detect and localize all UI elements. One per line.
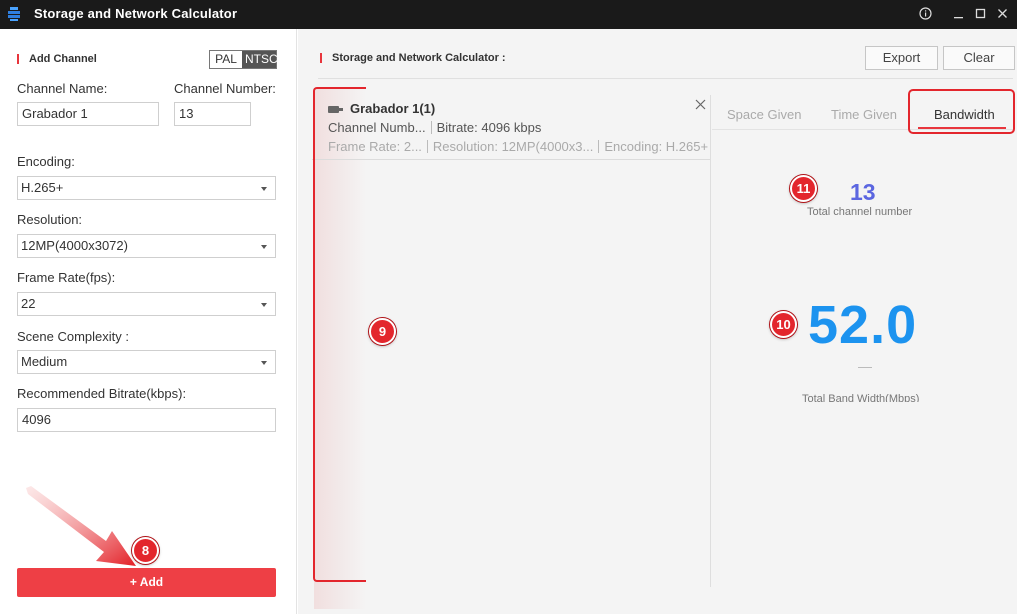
resolution-label: Resolution: bbox=[17, 212, 83, 227]
total-channel-value: 13 bbox=[850, 179, 876, 205]
annotation-arrow-icon bbox=[26, 486, 136, 566]
channel-card[interactable]: Grabador 1(1) Channel Numb... Bitrate: 40… bbox=[320, 91, 712, 159]
scene-complexity-value: Medium bbox=[21, 354, 68, 369]
frame-rate-label: Frame Rate(fps): bbox=[17, 270, 116, 285]
chevron-down-icon bbox=[261, 361, 267, 365]
scene-complexity-select[interactable]: Medium bbox=[17, 350, 276, 374]
section-accent bbox=[320, 53, 322, 63]
pal-option[interactable]: PAL bbox=[210, 51, 242, 68]
app-logo-icon bbox=[8, 7, 20, 21]
tab-space-given[interactable]: Space Given bbox=[727, 107, 801, 122]
annotation-badge-8: 8 bbox=[132, 537, 159, 564]
divider bbox=[312, 159, 710, 160]
add-channel-title: Add Channel bbox=[29, 53, 97, 65]
divider bbox=[710, 95, 711, 587]
total-channel-caption: Total channel number bbox=[807, 206, 913, 218]
window-title: Storage and Network Calculator bbox=[34, 6, 238, 21]
channel-card-resolution: Resolution: 12MP(4000x3... bbox=[432, 139, 594, 154]
chevron-down-icon bbox=[261, 187, 267, 191]
close-window-icon[interactable] bbox=[992, 4, 1012, 24]
annotation-bracket bbox=[313, 87, 366, 582]
scene-complexity-label: Scene Complexity : bbox=[17, 329, 129, 344]
encoding-label: Encoding: bbox=[17, 154, 75, 169]
channel-card-bitrate: Bitrate: 4096 kbps bbox=[436, 120, 542, 135]
title-bar: Storage and Network Calculator bbox=[0, 0, 1017, 29]
export-button[interactable]: Export bbox=[865, 46, 938, 70]
ntsc-option[interactable]: NTSC bbox=[242, 51, 278, 68]
channel-name-input[interactable]: Grabador 1 bbox=[17, 102, 159, 126]
chevron-down-icon bbox=[261, 303, 267, 307]
channel-name-label: Channel Name: bbox=[17, 81, 108, 96]
encoding-value: H.265+ bbox=[21, 180, 64, 195]
divider bbox=[318, 78, 1013, 79]
clear-button[interactable]: Clear bbox=[943, 46, 1015, 70]
maximize-icon[interactable] bbox=[970, 4, 990, 24]
annotation-badge-9: 9 bbox=[369, 318, 396, 345]
annotation-badge-10: 10 bbox=[770, 311, 797, 338]
resolution-select[interactable]: 12MP(4000x3072) bbox=[17, 234, 276, 258]
annotation-highlight-box bbox=[908, 89, 1015, 134]
frame-rate-select[interactable]: 22 bbox=[17, 292, 276, 316]
frame-rate-value: 22 bbox=[21, 296, 36, 311]
channel-card-encoding: Encoding: H.265+ bbox=[604, 139, 709, 154]
section-accent bbox=[17, 54, 19, 64]
encoding-select[interactable]: H.265+ bbox=[17, 176, 276, 200]
add-channel-button[interactable]: + Add bbox=[17, 568, 276, 597]
channel-number-input[interactable]: 13 bbox=[174, 102, 251, 126]
total-bandwidth-caption: Total Band Width(Mbps) bbox=[802, 393, 920, 402]
tab-time-given[interactable]: Time Given bbox=[831, 107, 897, 122]
recommended-bitrate-label: Recommended Bitrate(kbps): bbox=[17, 386, 187, 401]
minimize-icon[interactable] bbox=[948, 4, 968, 24]
video-standard-toggle: PAL NTSC bbox=[209, 50, 278, 69]
calculator-title: Storage and Network Calculator : bbox=[332, 52, 506, 64]
recommended-bitrate-input[interactable]: 4096 bbox=[17, 408, 276, 432]
channel-card-row-2: Frame Rate: 2... Resolution: 12MP(4000x3.… bbox=[328, 139, 708, 154]
close-icon[interactable] bbox=[695, 97, 706, 114]
total-bandwidth-value: 52.0 bbox=[808, 295, 918, 355]
annotation-badge-11: 11 bbox=[790, 175, 817, 202]
info-icon[interactable] bbox=[915, 4, 935, 24]
chevron-down-icon bbox=[261, 245, 267, 249]
channel-number-label: Channel Number: bbox=[174, 81, 276, 96]
divider bbox=[858, 367, 872, 368]
resolution-value: 12MP(4000x3072) bbox=[21, 238, 128, 253]
